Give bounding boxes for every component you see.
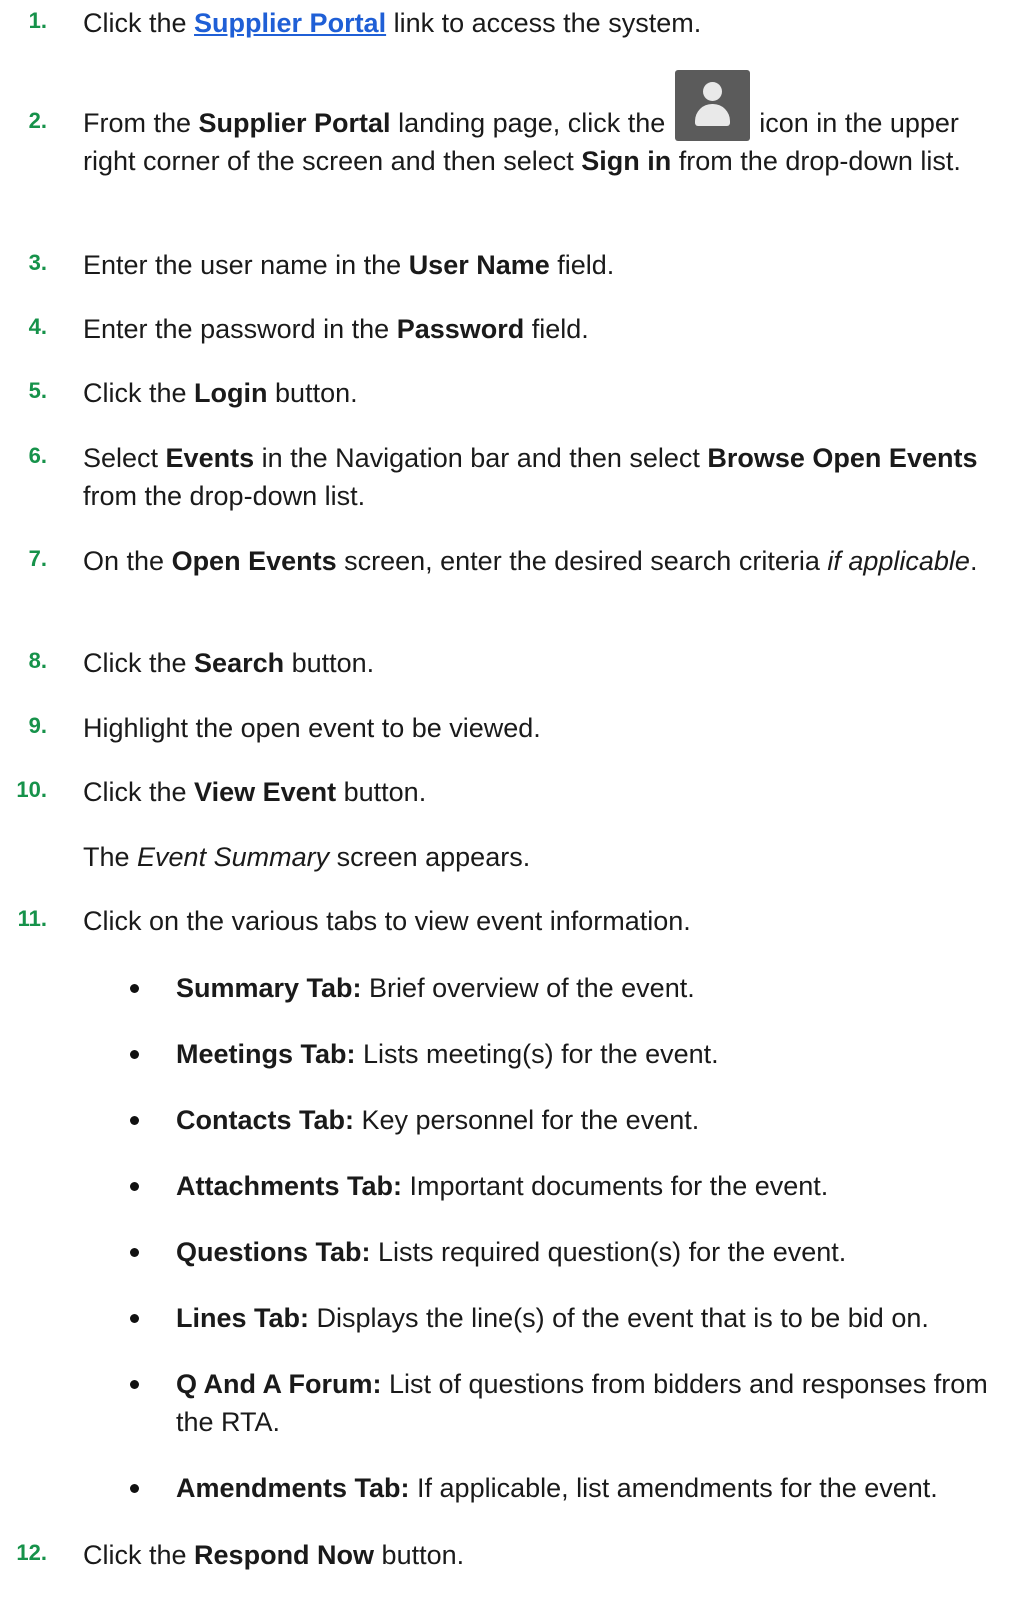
step-number: 4. — [28, 314, 47, 339]
step-text: Select Events in the Navigation bar and … — [83, 443, 978, 511]
step-text: Click on the various tabs to view event … — [83, 906, 691, 936]
step-text: Highlight the open event to be viewed. — [83, 713, 541, 743]
step-number: 8. — [28, 648, 47, 673]
procedure-document: { "steps": [ {"num": "1.", "pre": "Click… — [0, 0, 1013, 1598]
step-text: Click the Respond Now button. — [83, 1540, 465, 1570]
step-number: 7. — [28, 546, 47, 571]
step-number: 11. — [17, 906, 47, 931]
step-text: Click the Supplier Portal link to access… — [83, 8, 702, 38]
bullet-icon — [130, 1182, 139, 1191]
step-text: Click the Search button. — [83, 648, 375, 678]
bullet-icon — [130, 1248, 139, 1257]
step-text: From the Supplier Portal landing page, c… — [83, 70, 995, 180]
bullet-icon — [130, 1484, 139, 1493]
step-text: On the Open Events screen, enter the des… — [83, 546, 978, 576]
note-text: The Event Summary screen appears. — [83, 842, 531, 872]
step-text: Enter the user name in the User Name fie… — [83, 250, 615, 280]
bullet-icon — [130, 1050, 139, 1059]
step-number: 6. — [28, 443, 47, 468]
step-number: 2. — [28, 108, 47, 133]
bullet-icon — [130, 1116, 139, 1125]
step-number: 5. — [28, 378, 47, 403]
step-number: 9. — [28, 713, 47, 738]
supplier-portal-link[interactable]: Supplier Portal — [194, 8, 386, 38]
step-text: Enter the password in the Password field… — [83, 314, 589, 344]
step-text: Click the View Event button. — [83, 777, 427, 807]
bullet-icon — [130, 1314, 139, 1323]
bullet-icon — [130, 984, 139, 993]
user-avatar-icon — [674, 70, 750, 141]
bullet-icon — [130, 1380, 139, 1389]
step-number: 3. — [28, 250, 47, 275]
step-text: Click the Login button. — [83, 378, 358, 408]
step-number: 10. — [16, 777, 47, 802]
step-number: 1. — [28, 8, 47, 33]
step-number: 12. — [16, 1540, 47, 1565]
